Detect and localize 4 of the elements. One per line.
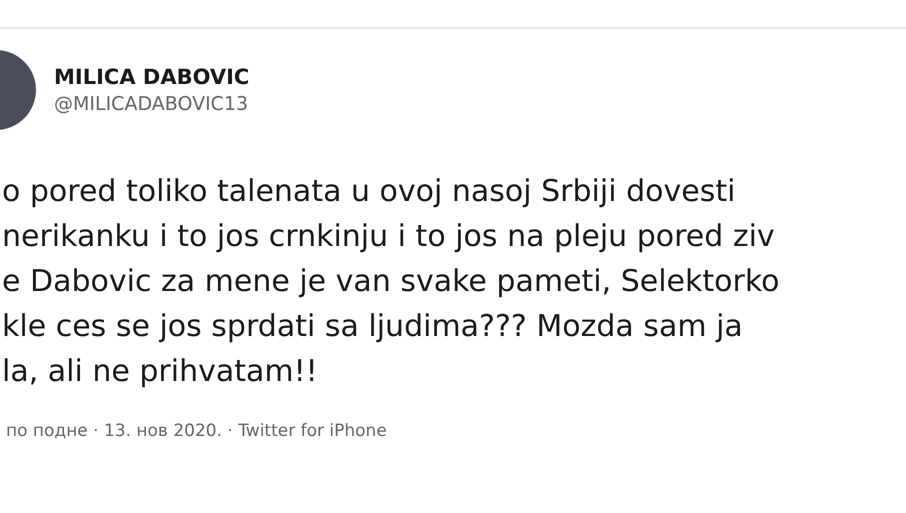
author-handle[interactable]: @MILICADABOVIC13 <box>54 91 250 117</box>
tweet-text: o pored toliko talenata u ovoj nasoj Srbiji dovesti nerikanku i to jos crnkinju i to jos na pleju pored ziv e Dabovic za mene je van svake pameti, Selektorko kle ces se jos sprdati sa ljudima??? Mozda sam ja la, ali ne prihvatam!! <box>2 173 780 391</box>
author-name[interactable]: MILICA DABOVIC <box>54 63 250 91</box>
tweet-timestamp: по подне · 13. нов 2020. · Twitter for iPhone <box>6 421 388 441</box>
